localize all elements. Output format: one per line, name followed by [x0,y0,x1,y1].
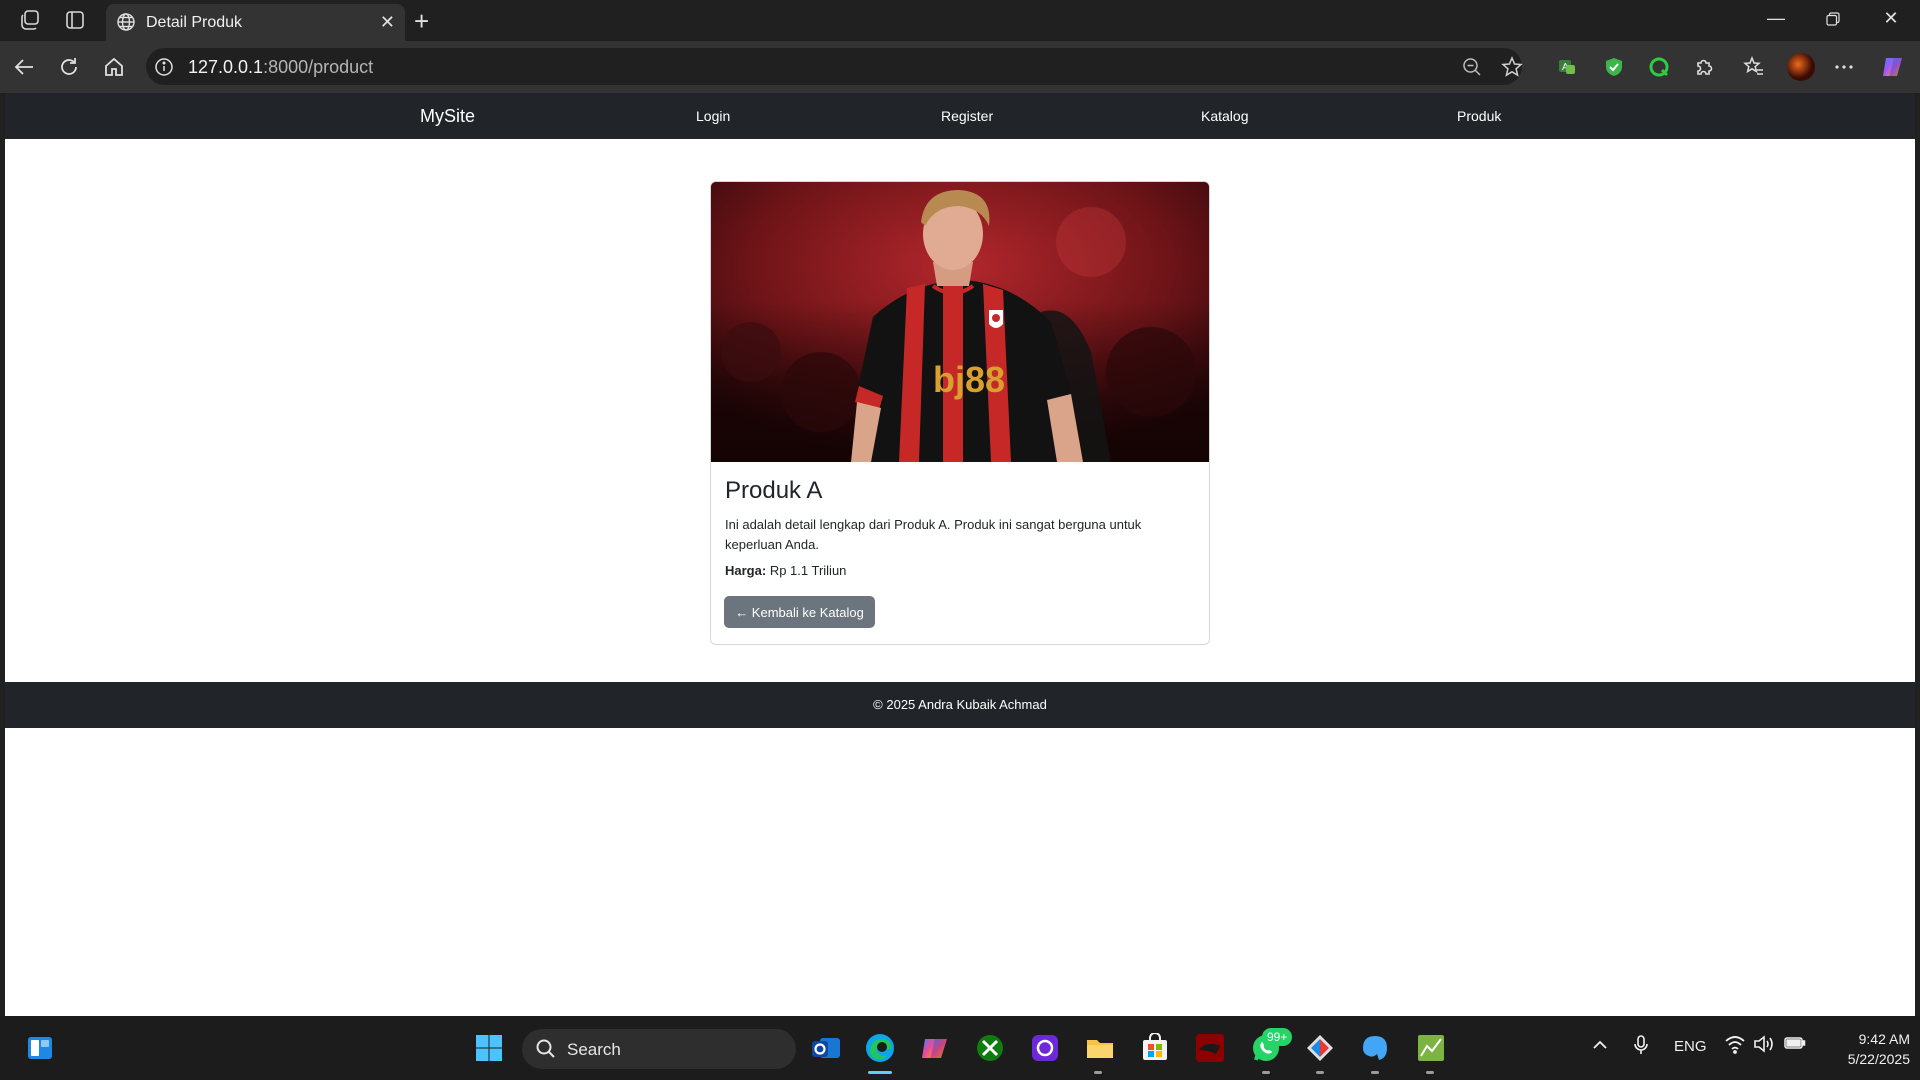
widgets-icon[interactable] [22,1030,58,1066]
explorer-open-indicator [1094,1071,1102,1074]
site-info-icon[interactable] [152,55,176,79]
battery-icon[interactable] [1784,1035,1806,1055]
git-open-indicator [1316,1071,1324,1074]
outlook-icon[interactable] [808,1030,844,1066]
copilot-icon[interactable] [1880,54,1906,80]
zoom-out-icon[interactable] [1460,55,1484,79]
nav-link-login[interactable]: Login [696,108,730,124]
refresh-icon[interactable] [56,54,82,80]
close-window-icon[interactable]: ✕ [1876,8,1906,29]
product-title: Produk A [725,477,823,504]
system-clock[interactable]: 9:42 AM 5/22/2025 [1820,1029,1910,1069]
microphone-icon[interactable] [1632,1034,1650,1060]
new-tab-icon[interactable]: + [414,6,429,37]
home-icon[interactable] [101,54,127,80]
q-extension-icon[interactable] [1646,54,1672,80]
database-app-icon[interactable] [1357,1030,1393,1066]
microsoft-store-icon[interactable] [1137,1030,1173,1066]
language-indicator[interactable]: ENG [1674,1038,1707,1055]
copilot-app-icon[interactable] [917,1030,953,1066]
site-navbar: MySite Login Register Katalog Produk [5,93,1915,139]
wifi-icon[interactable] [1724,1034,1746,1058]
edge-active-indicator [868,1071,892,1074]
favorites-list-icon[interactable] [1741,54,1767,80]
close-tab-icon[interactable]: ✕ [380,12,395,33]
page-viewport: MySite Login Register Katalog Produk bj8… [5,93,1915,1016]
show-hidden-icons-chevron-icon[interactable] [1591,1036,1609,1058]
tab-title: Detail Produk [146,14,243,31]
whatsapp-open-indicator [1262,1071,1270,1074]
profile-avatar[interactable] [1786,52,1816,82]
footer-copyright: © 2025 Andra Kubaik Achmad [873,697,1047,712]
start-windows-icon[interactable] [471,1030,507,1066]
back-arrow-icon[interactable] [11,54,37,80]
back-to-catalog-button[interactable]: ← Kembali ke Katalog [724,596,875,628]
search-icon [534,1037,558,1061]
vertical-tabs-icon[interactable] [63,8,87,32]
charts-open-indicator [1426,1071,1434,1074]
nav-link-register[interactable]: Register [941,108,993,124]
extensions-puzzle-icon[interactable] [1691,54,1717,80]
site-footer: © 2025 Andra Kubaik Achmad [5,682,1915,728]
clipchamp-icon[interactable] [1027,1030,1063,1066]
translate-extension-icon[interactable]: A [1554,54,1580,80]
restore-icon[interactable] [1818,10,1848,31]
address-bar[interactable]: 127.0.0.1:8000/product [146,48,1524,85]
git-tool-icon[interactable] [1302,1030,1338,1066]
clock-time: 9:42 AM [1858,1031,1910,1047]
whatsapp-unread-badge: 99+ [1262,1028,1293,1046]
price-label: Harga: [725,563,767,578]
file-explorer-icon[interactable] [1082,1030,1118,1066]
edge-browser-icon[interactable] [862,1030,898,1066]
workspaces-icon[interactable] [18,8,42,32]
windows-taskbar: Search 99+ ENG 9:42 AM 5/22/2025 [0,1016,1920,1080]
nav-link-katalog[interactable]: Katalog [1201,108,1248,124]
minimize-icon[interactable]: — [1761,8,1791,29]
product-image: bj88 [711,182,1209,462]
search-label: Search [567,1040,621,1059]
database-open-indicator [1371,1071,1379,1074]
taskbar-search-box[interactable]: Search [522,1029,796,1069]
price-value: Rp 1.1 Triliun [769,563,847,578]
globe-icon [114,10,138,34]
volume-icon[interactable] [1753,1034,1775,1058]
charts-app-icon[interactable] [1413,1030,1449,1066]
xbox-icon[interactable] [972,1030,1008,1066]
browser-toolbar: 127.0.0.1:8000/product A [0,41,1920,93]
url-text[interactable]: 127.0.0.1:8000/product [188,57,373,78]
more-menu-icon[interactable] [1831,54,1857,80]
game-app-icon[interactable] [1192,1030,1228,1066]
product-description: Ini adalah detail lengkap dari Produk A.… [725,517,1142,552]
jersey-sponsor-text: bj88 [933,359,1005,400]
nav-link-produk[interactable]: Produk [1457,108,1501,124]
shield-extension-icon[interactable] [1601,54,1627,80]
product-card: bj88 Produk A Ini adalah detail lengkap … [710,181,1210,645]
browser-titlebar: Detail Produk ✕ + — ✕ [0,0,1920,41]
favorite-star-icon[interactable] [1500,55,1524,79]
navbar-brand[interactable]: MySite [420,106,475,127]
browser-tab-active[interactable]: Detail Produk ✕ [106,4,405,41]
clock-date: 5/22/2025 [1847,1051,1910,1067]
product-price: Harga: Rp 1.1 Triliun [725,563,846,578]
